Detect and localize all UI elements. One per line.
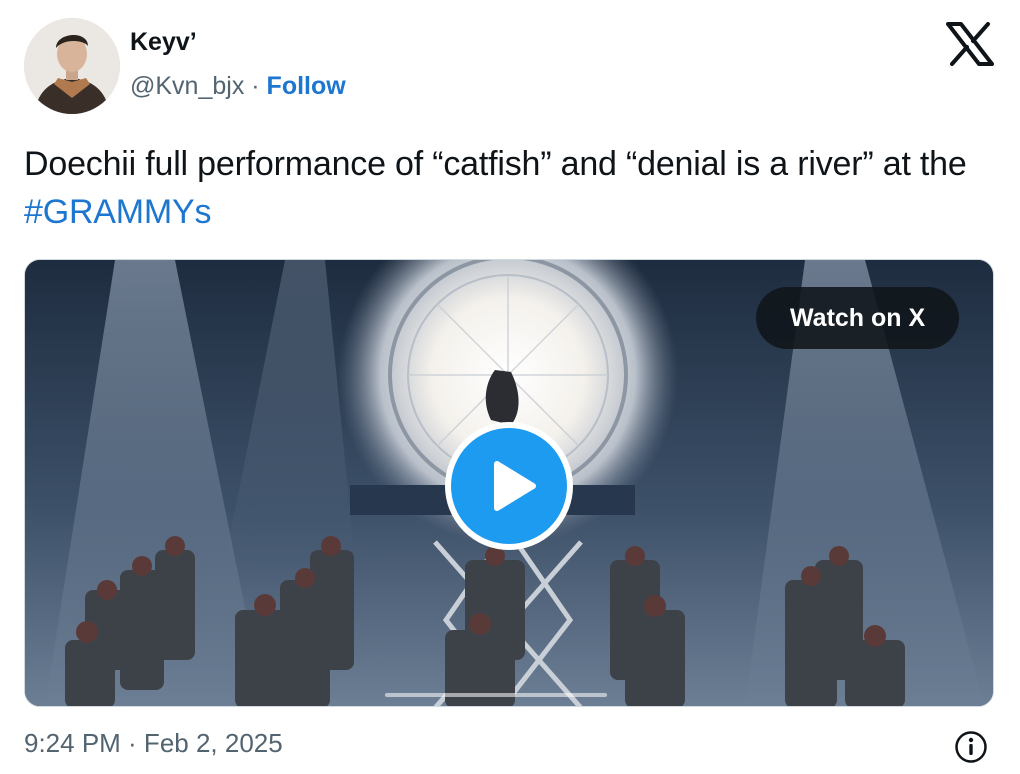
info-icon[interactable] (954, 730, 988, 764)
author-handle-row: @Kvn_bjx · Follow (130, 72, 346, 101)
tweet-timestamp[interactable]: 9:24 PM · Feb 2, 2025 (24, 728, 283, 759)
x-logo-icon[interactable] (946, 22, 994, 66)
tweet-body: Doechii full performance of “catfish” an… (24, 145, 967, 183)
video-player[interactable]: Watch on X (24, 259, 994, 707)
play-button[interactable] (445, 422, 573, 550)
handle-separator: · (244, 72, 267, 100)
hashtag-link[interactable]: #GRAMMYs (24, 193, 212, 231)
follow-button[interactable]: Follow (267, 72, 346, 100)
video-progress-bar[interactable] (385, 693, 607, 697)
author-avatar[interactable] (24, 18, 120, 114)
play-icon (494, 461, 536, 511)
avatar-image (24, 18, 120, 114)
tweet-text: Doechii full performance of “catfish” an… (24, 140, 984, 236)
author-handle[interactable]: @Kvn_bjx (130, 72, 244, 100)
author-display-name[interactable]: Keyv’ (130, 28, 197, 57)
watch-on-x-button[interactable]: Watch on X (756, 287, 960, 349)
